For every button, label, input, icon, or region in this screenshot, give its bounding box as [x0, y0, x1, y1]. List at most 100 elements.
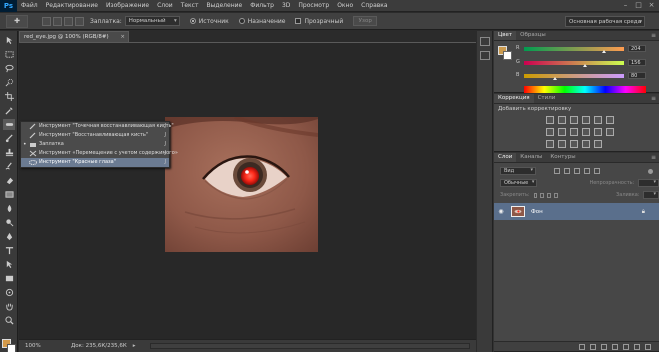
panel-menu-icon[interactable]: ≡	[651, 32, 656, 39]
lock-image-icon[interactable]	[540, 192, 545, 198]
crop-tool[interactable]	[3, 91, 15, 102]
gradient-map-icon[interactable]	[582, 140, 590, 148]
visibility-eye-icon[interactable]: ◉	[494, 208, 508, 215]
green-slider-thumb[interactable]	[583, 64, 587, 67]
green-value-field[interactable]: 156	[628, 59, 646, 66]
horizontal-scrollbar[interactable]	[150, 343, 470, 349]
red-slider[interactable]	[524, 47, 624, 51]
color-balance-icon[interactable]	[558, 128, 566, 136]
destination-radio[interactable]: Назначение	[238, 18, 285, 25]
history-brush-tool[interactable]	[3, 161, 15, 172]
filter-toggle-icon[interactable]	[648, 168, 653, 174]
color-lookup-icon[interactable]	[606, 128, 614, 136]
lock-all-icon[interactable]	[554, 192, 559, 198]
marquee-tool[interactable]	[3, 49, 15, 60]
path-selection-tool[interactable]	[3, 259, 15, 270]
fill-field[interactable]	[643, 191, 659, 199]
layer-row-background[interactable]: ◉ Фон 🔒︎	[494, 203, 659, 220]
green-slider[interactable]	[524, 61, 624, 65]
healing-tool[interactable]	[3, 119, 15, 130]
flyout-item-spot-healing[interactable]: Инструмент "Точечная восстанавливающая к…	[21, 122, 174, 131]
zoom-tool[interactable]	[3, 315, 15, 326]
blur-tool[interactable]	[3, 203, 15, 214]
eyedropper-tool[interactable]	[3, 105, 15, 116]
new-layer-icon[interactable]	[634, 343, 640, 350]
lock-position-icon[interactable]	[547, 192, 552, 198]
vibrance-icon[interactable]	[594, 116, 602, 124]
new-group-icon[interactable]	[623, 343, 629, 350]
status-menu-arrow-icon[interactable]: ▸	[133, 343, 136, 349]
use-pattern-button[interactable]: Узор	[353, 16, 378, 26]
flyout-item-patch[interactable]: • Заплатка J	[21, 140, 169, 149]
move-tool[interactable]	[3, 35, 15, 46]
intersect-selection-icon[interactable]	[75, 16, 84, 26]
filter-type-icon[interactable]	[574, 168, 580, 174]
3d-rotate-tool[interactable]	[3, 287, 15, 298]
close-tab-icon[interactable]: ×	[120, 32, 125, 42]
brightness-contrast-icon[interactable]	[546, 116, 554, 124]
dodge-tool[interactable]	[3, 217, 15, 228]
black-white-icon[interactable]	[570, 128, 578, 136]
menu-filter[interactable]: Фильтр	[246, 2, 278, 9]
tab-adjustments[interactable]: Коррекция	[494, 94, 534, 103]
close-icon[interactable]: ×	[648, 2, 655, 9]
maximize-icon[interactable]: □	[635, 2, 642, 9]
add-mask-icon[interactable]	[601, 343, 607, 350]
eraser-tool[interactable]	[3, 175, 15, 186]
filter-pixel-icon[interactable]	[554, 168, 560, 174]
lock-transparent-icon[interactable]	[533, 192, 538, 198]
filter-adjust-icon[interactable]	[564, 168, 570, 174]
transparent-checkbox[interactable]: Прозрачный	[295, 18, 343, 25]
blend-mode-select[interactable]: Обычные	[500, 179, 538, 187]
blue-slider[interactable]	[524, 74, 624, 78]
tab-swatches[interactable]: Образцы	[516, 31, 550, 40]
tab-channels[interactable]: Каналы	[516, 153, 546, 162]
add-selection-icon[interactable]	[53, 16, 62, 26]
link-layers-icon[interactable]	[579, 343, 585, 350]
new-adjustment-icon[interactable]	[612, 343, 618, 350]
filter-shape-icon[interactable]	[584, 168, 590, 174]
flyout-item-content-aware-move[interactable]: Инструмент «Перемещение с учетом содержи…	[21, 149, 178, 158]
subtract-selection-icon[interactable]	[64, 16, 73, 26]
rectangle-tool[interactable]	[3, 273, 15, 284]
type-tool[interactable]	[3, 245, 15, 256]
tab-color[interactable]: Цвет	[494, 31, 517, 40]
photo-filter-icon[interactable]	[582, 128, 590, 136]
levels-icon[interactable]	[558, 116, 566, 124]
hue-saturation-icon[interactable]	[546, 128, 554, 136]
blue-slider-thumb[interactable]	[553, 77, 557, 80]
tab-styles[interactable]: Стили	[534, 94, 560, 103]
opacity-field[interactable]	[638, 179, 659, 187]
menu-3d[interactable]: 3D	[278, 2, 294, 9]
triangle-adjust-icon[interactable]	[606, 116, 614, 124]
exposure-icon[interactable]	[582, 116, 590, 124]
lasso-tool[interactable]	[3, 63, 15, 74]
menu-window[interactable]: Окно	[333, 2, 357, 9]
channel-mixer-icon[interactable]	[594, 128, 602, 136]
tab-layers[interactable]: Слои	[494, 153, 517, 162]
quick-selection-tool[interactable]	[3, 77, 15, 88]
menu-help[interactable]: Справка	[357, 2, 391, 9]
menu-edit[interactable]: Редактирование	[42, 2, 102, 9]
posterize-icon[interactable]	[558, 140, 566, 148]
color-bg-swatch[interactable]	[503, 51, 512, 60]
curves-icon[interactable]	[570, 116, 578, 124]
blue-value-field[interactable]: 80	[628, 72, 646, 79]
pen-tool[interactable]	[3, 231, 15, 242]
filter-smart-icon[interactable]	[594, 168, 600, 174]
flyout-item-healing-brush[interactable]: Инструмент "Восстанавливающая кисть" J	[21, 131, 169, 140]
document-image[interactable]	[165, 117, 318, 252]
menu-type[interactable]: Текст	[177, 2, 203, 9]
panel-menu-icon[interactable]: ≡	[651, 154, 656, 161]
gradient-tool[interactable]	[3, 189, 15, 200]
document-tab[interactable]: red_eye.jpg @ 100% (RGB/8#) ×	[19, 31, 129, 42]
tool-preset-picker[interactable]: ✚	[6, 14, 28, 28]
red-value-field[interactable]: 204	[628, 45, 646, 52]
zoom-level[interactable]: 100%	[25, 343, 51, 349]
source-radio[interactable]: Источник	[189, 18, 229, 25]
threshold-icon[interactable]	[570, 140, 578, 148]
layer-kind-filter[interactable]: Вид	[500, 167, 536, 175]
tab-paths[interactable]: Контуры	[546, 153, 579, 162]
hand-tool[interactable]	[3, 301, 15, 312]
new-selection-icon[interactable]	[42, 16, 51, 26]
